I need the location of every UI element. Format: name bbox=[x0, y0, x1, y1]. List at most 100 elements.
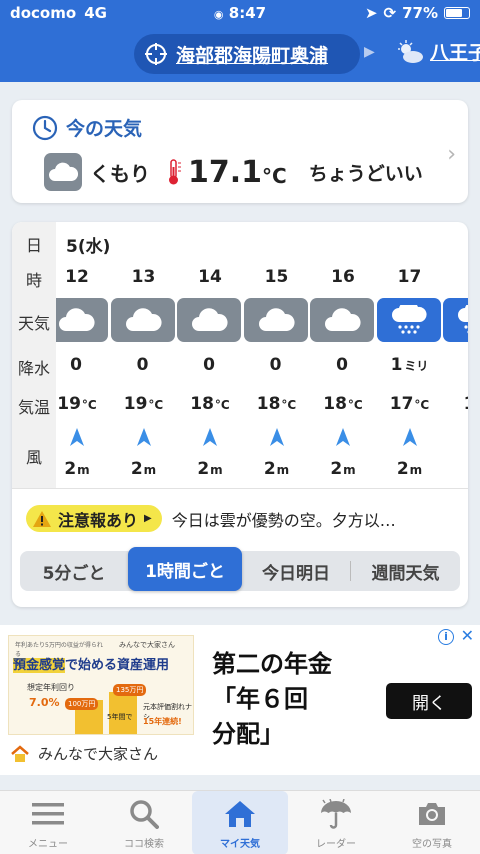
wind-value: 2 bbox=[443, 459, 468, 479]
warning-icon bbox=[33, 510, 51, 527]
wind-unit: m bbox=[77, 463, 90, 477]
temp-label: 気温 bbox=[17, 398, 50, 417]
temp-unit: °C bbox=[81, 398, 97, 412]
precip-value: 0 bbox=[244, 355, 310, 375]
ad-image-tag: 100万円 bbox=[65, 698, 99, 710]
wind-value: 2m bbox=[310, 459, 376, 479]
precip-value: 0 bbox=[56, 355, 110, 375]
alert-badge[interactable]: 注意報あり ▶ bbox=[26, 505, 162, 532]
wind-arrow-icon bbox=[377, 427, 443, 451]
precip-value: 0 bbox=[310, 355, 376, 375]
ad-title[interactable]: 第二の年金 「年６回 分配」 bbox=[212, 647, 372, 752]
hour-value: 1 bbox=[443, 267, 468, 287]
clock-time: 8:47 bbox=[228, 4, 267, 22]
wind-value: 2m bbox=[177, 459, 243, 479]
temp-value: 19°C bbox=[56, 394, 110, 414]
precip-amount: 0 bbox=[136, 355, 149, 375]
tab-weekly[interactable]: 週間天気 bbox=[351, 551, 460, 591]
temp-value: 19°C bbox=[111, 394, 177, 414]
hamburger-icon bbox=[32, 797, 64, 831]
ad-title-line: 「年６回 bbox=[212, 685, 308, 713]
search-icon bbox=[129, 797, 159, 831]
tab-hourly[interactable]: 1時間ごと bbox=[128, 547, 242, 591]
wind-arrow-icon bbox=[310, 427, 376, 451]
ad-advertiser[interactable]: みんなで大家さん bbox=[10, 743, 158, 764]
wind-unit: m bbox=[143, 463, 157, 477]
current-location-pill[interactable]: 海部郡海陽町奥浦 bbox=[134, 34, 360, 74]
tab-search[interactable]: ココ検索 bbox=[96, 791, 192, 854]
temp-value: 18°C bbox=[310, 394, 376, 414]
hour-column: 15 0 18°C 2m bbox=[243, 222, 310, 488]
precip-amount: 0 bbox=[336, 355, 348, 375]
location-name: 海部郡海陽町奥浦 bbox=[176, 44, 329, 67]
ad-image-rate-label: 想定年利回り bbox=[27, 683, 75, 692]
rotation-lock-icon: ⟳ bbox=[383, 4, 397, 22]
carrier-name: docomo bbox=[10, 4, 77, 22]
alert-row[interactable]: 注意報あり ▶ 今日は雲が優勢の空。夕方以… bbox=[26, 505, 396, 532]
temp-amount: 19 bbox=[57, 394, 81, 414]
tab-today-tomorrow[interactable]: 今日明日 bbox=[242, 551, 350, 591]
hour-label: 時 bbox=[25, 271, 42, 290]
rain-cloud-icon bbox=[443, 298, 468, 342]
temp-unit: °C bbox=[347, 398, 363, 412]
temp-amount: 17 bbox=[464, 394, 468, 414]
next-location-link[interactable]: 八王子 bbox=[396, 38, 480, 65]
temp-value: 18°C bbox=[244, 394, 310, 414]
location-services-icon: ◉ bbox=[213, 8, 224, 21]
precip-value: 0 bbox=[111, 355, 177, 375]
tab-my-weather-label: マイ天気 bbox=[220, 839, 260, 850]
next-arrow-icon: ▶ bbox=[364, 44, 375, 60]
network-type: 4G bbox=[84, 4, 107, 22]
temp-value: 17 bbox=[443, 394, 468, 414]
cloud-icon bbox=[310, 298, 374, 342]
tab-radar[interactable]: レーダー bbox=[288, 791, 384, 854]
tab-sky-photo[interactable]: 空の写真 bbox=[384, 791, 480, 854]
divider bbox=[12, 488, 468, 489]
row-labels: 日 時 天気 降水 気温 風 bbox=[12, 222, 56, 488]
hour-column: 17 1 ミリ 17°C 2m bbox=[376, 222, 443, 488]
precip-amount: 0 bbox=[269, 355, 282, 375]
day-label: 日 bbox=[25, 236, 42, 255]
alert-message: 今日は雲が優勢の空。夕方以… bbox=[171, 510, 396, 530]
temp-amount: 17 bbox=[389, 394, 414, 414]
location-arrow-icon: ➤ bbox=[364, 4, 378, 22]
cloud-icon bbox=[56, 298, 108, 342]
current-weather-card[interactable]: 今の天気 くもり 17.1 °C ちょうどいい › bbox=[12, 100, 468, 203]
weather-label: 天気 bbox=[17, 314, 50, 333]
ad-advertiser-name: みんなで大家さん bbox=[38, 745, 159, 763]
temp-value: 17°C bbox=[377, 394, 443, 414]
wind-value: 2m bbox=[56, 459, 110, 479]
wind-speed: 2 bbox=[396, 459, 409, 479]
play-arrow-icon: ▶ bbox=[144, 513, 152, 524]
bottom-tab-bar: メニュー ココ検索 マイ天気 レーダー 空の写真 bbox=[0, 790, 480, 854]
ad-banner[interactable]: i ✕ 年利あたり5万円の収益が得られる みんなで大家さん 預金感覚で始める資産… bbox=[0, 625, 480, 775]
temp-unit: °C bbox=[414, 398, 430, 412]
ad-open-button[interactable]: 開く bbox=[386, 683, 472, 719]
precip-unit: ミリ bbox=[404, 359, 429, 373]
tab-sky-photo-label: 空の写真 bbox=[412, 839, 452, 850]
hour-column: 1 1 17 2 bbox=[443, 222, 468, 488]
hourly-columns[interactable]: 12 0 19°C 2m 13 0 19°C 2m 14 0 18°C 2m 15 0 18°C 2m 16 0 1… bbox=[56, 222, 468, 488]
current-temperature-unit: °C bbox=[262, 164, 287, 188]
temp-unit: °C bbox=[148, 398, 164, 412]
tab-five-minute[interactable]: 5分ごと bbox=[20, 551, 128, 591]
forecast-mode-segmented-control: 5分ごと 1時間ごと 今日明日 週間天気 bbox=[20, 547, 460, 591]
ad-info-icon[interactable]: i bbox=[438, 629, 454, 645]
ad-image-headline-highlight: 預金感覚 bbox=[13, 658, 66, 673]
ad-image-brand: みんなで大家さん bbox=[119, 641, 175, 649]
wind-unit: m bbox=[409, 463, 423, 477]
tab-menu[interactable]: メニュー bbox=[0, 791, 96, 854]
temp-unit: °C bbox=[281, 398, 297, 412]
ad-title-line: 第二の年金 bbox=[212, 650, 332, 678]
cloud-icon bbox=[243, 298, 308, 342]
precip-amount: 0 bbox=[70, 355, 82, 375]
tab-my-weather[interactable]: マイ天気 bbox=[192, 791, 288, 854]
ad-image-rate: 7.0% bbox=[29, 696, 60, 709]
hour-value: 12 bbox=[65, 267, 89, 287]
wind-speed: 2 bbox=[130, 459, 143, 479]
tab-radar-label: レーダー bbox=[316, 839, 356, 850]
ad-image[interactable]: 年利あたり5万円の収益が得られる みんなで大家さん 預金感覚で始める資産運用 想… bbox=[8, 635, 194, 735]
wind-value: 2m bbox=[244, 459, 310, 479]
hour-value: 17 bbox=[397, 267, 422, 287]
ad-close-icon[interactable]: ✕ bbox=[461, 626, 474, 645]
